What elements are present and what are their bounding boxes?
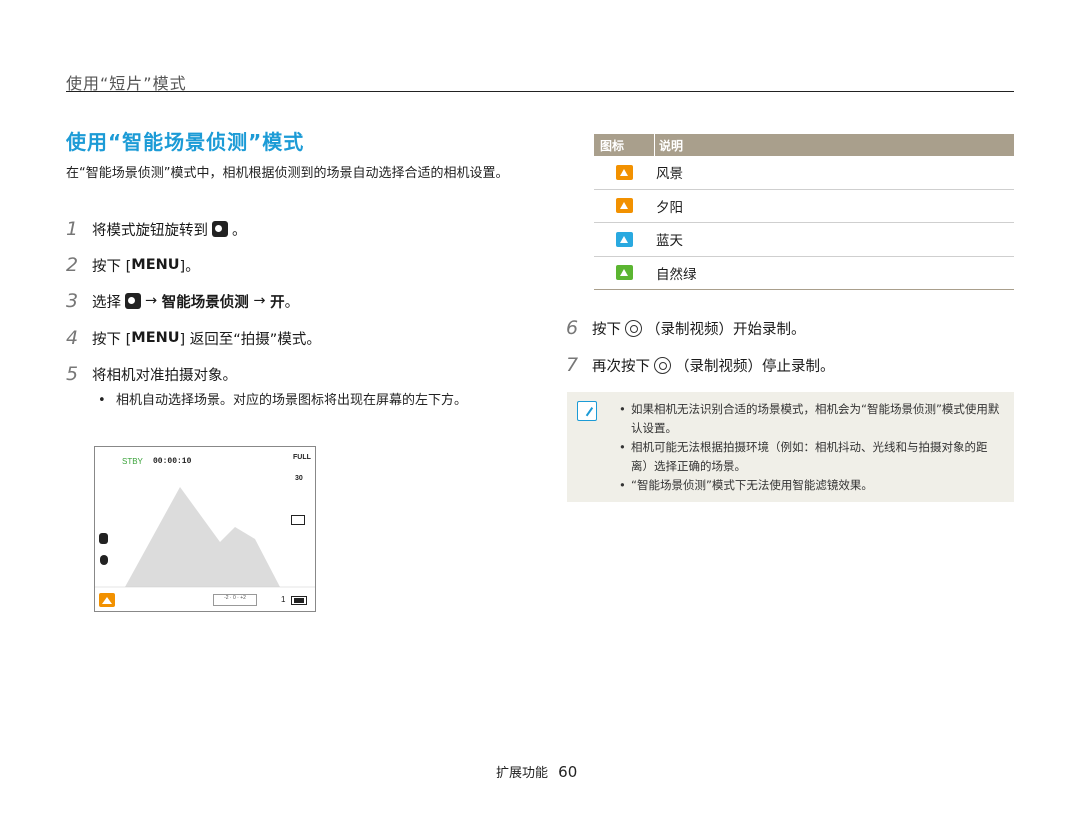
scene-icon-table: 图标 说明 风景 夕阳 蓝天 自然绿 xyxy=(594,134,1014,290)
table-row: 自然绿 xyxy=(594,257,1014,290)
microphone-icon xyxy=(100,555,108,565)
step-text: 将模式旋钮旋转到 xyxy=(92,222,208,239)
table-row: 风景 xyxy=(594,156,1014,190)
step-5-bullet: 相机自动选择场景。对应的场景图标将出现在屏幕的左下方。 xyxy=(98,390,506,411)
page-footer: 扩展功能 60 xyxy=(496,762,577,781)
arrow: → xyxy=(145,293,158,309)
step-2: 2 按下 [ MENU ]。 xyxy=(66,254,200,276)
stabilizer-icon xyxy=(99,533,108,544)
mountain-illustration xyxy=(95,487,315,611)
page-title: 使用“智能场景侦测”模式 xyxy=(66,130,305,154)
footer-label: 扩展功能 xyxy=(496,766,549,781)
menu-key: MENU xyxy=(131,257,180,273)
shot-count: 1 xyxy=(281,595,286,604)
column-header-description: 说明 xyxy=(654,134,683,156)
menu-key: MENU xyxy=(131,330,180,346)
step-number: 1 xyxy=(66,218,79,240)
battery-icon xyxy=(291,596,307,605)
camera-preview: STBY 00:00:10 FULL 30 -2 · 0 · +2 1 xyxy=(94,446,316,612)
step-text: 按下 xyxy=(592,321,621,338)
exposure-scale: -2 · 0 · +2 xyxy=(213,594,257,606)
step-text-end: 。 xyxy=(232,222,247,239)
movie-menu-icon xyxy=(125,293,141,309)
blue-sky-icon xyxy=(615,231,633,247)
step-number: 5 xyxy=(66,363,79,385)
step-number: 2 xyxy=(66,254,79,276)
metering-icon xyxy=(291,515,305,525)
standby-indicator: STBY xyxy=(122,457,143,466)
arrow: → xyxy=(253,293,266,309)
table-header: 图标 说明 xyxy=(594,134,1014,156)
table-row: 夕阳 xyxy=(594,190,1014,223)
step-6: 6 按下 （录制视频）开始录制。 xyxy=(566,317,806,339)
resolution-icon: FULL xyxy=(293,454,311,461)
step-number: 7 xyxy=(566,354,579,376)
frame-rate-icon: 30 xyxy=(295,475,303,482)
row-description: 风景 xyxy=(656,166,683,183)
recording-time: 00:00:10 xyxy=(153,457,192,466)
menu-option: 智能场景侦测 xyxy=(161,294,249,311)
step-text: 再次按下 xyxy=(592,358,650,375)
step-text-end: （录制视频）开始录制。 xyxy=(646,321,806,338)
menu-value: 开 xyxy=(270,294,285,311)
scene-landscape-icon xyxy=(99,593,115,607)
step-text: 按下 [ xyxy=(92,258,132,275)
row-description: 自然绿 xyxy=(656,266,697,283)
record-button-icon xyxy=(625,319,642,337)
natural-green-icon xyxy=(615,265,633,281)
step-text: 将相机对准拍摄对象。 xyxy=(92,367,237,384)
table-row: 蓝天 xyxy=(594,223,1014,257)
step-text: 按下 [ xyxy=(92,331,132,348)
step-4: 4 按下 [ MENU ] 返回至“拍摄”模式。 xyxy=(66,327,321,349)
column-header-icon: 图标 xyxy=(600,138,625,153)
step-number: 4 xyxy=(66,327,79,349)
row-description: 夕阳 xyxy=(656,199,683,216)
note-icon xyxy=(577,401,597,421)
step-text-end: ] 返回至“拍摄”模式。 xyxy=(179,331,321,348)
intro-text: 在“智能场景侦测”模式中，相机根据侦测到的场景自动选择合适的相机设置。 xyxy=(66,166,509,181)
step-number: 3 xyxy=(66,290,79,312)
record-button-icon xyxy=(654,356,671,374)
sunset-icon xyxy=(615,198,633,214)
step-5: 5 将相机对准拍摄对象。 xyxy=(66,363,237,385)
landscape-icon xyxy=(615,164,633,180)
note-item: 相机可能无法根据拍摄环境（例如：相机抖动、光线和与拍摄对象的距离）选择正确的场景… xyxy=(619,438,1001,476)
step-text-end: ]。 xyxy=(179,258,200,275)
step-1: 1 将模式旋钮旋转到 。 xyxy=(66,218,247,240)
header-rule xyxy=(66,91,1014,92)
step-number: 6 xyxy=(566,317,579,339)
note-item: “智能场景侦测”模式下无法使用智能滤镜效果。 xyxy=(619,476,1001,495)
step-7: 7 再次按下 （录制视频）停止录制。 xyxy=(566,354,835,376)
note-item: 如果相机无法识别合适的场景模式，相机会为“智能场景侦测”模式使用默认设置。 xyxy=(619,400,1001,438)
step-text-end: 。 xyxy=(284,294,300,311)
step-text: 选择 xyxy=(92,294,121,311)
movie-mode-icon xyxy=(212,221,228,237)
step-text-end: （录制视频）停止录制。 xyxy=(675,358,835,375)
page-number: 60 xyxy=(558,763,578,781)
step-3: 3 选择 → 智能场景侦测 → 开 。 xyxy=(66,290,299,312)
note-box: 如果相机无法识别合适的场景模式，相机会为“智能场景侦测”模式使用默认设置。 相机… xyxy=(567,392,1014,502)
row-description: 蓝天 xyxy=(656,233,683,250)
